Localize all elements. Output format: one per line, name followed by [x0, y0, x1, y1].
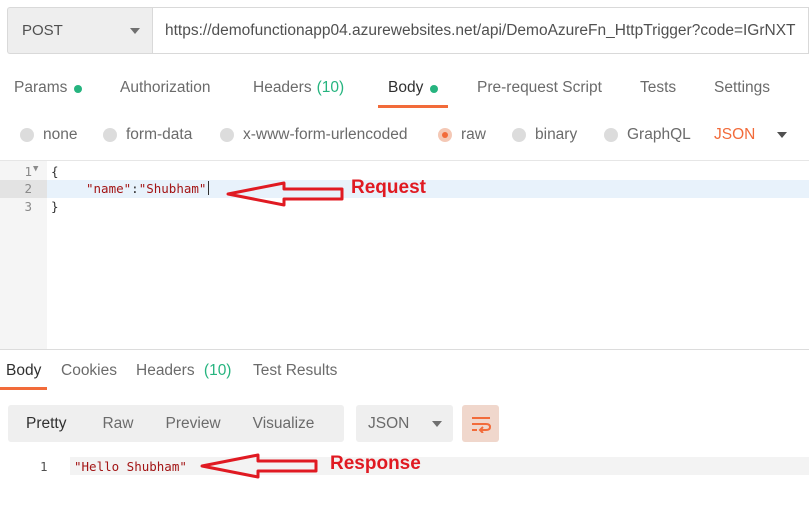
status-dot-icon — [74, 85, 83, 93]
chevron-down-icon — [777, 132, 788, 138]
line-number: 3 — [24, 199, 32, 214]
tab-cookies[interactable]: Cookies — [61, 362, 117, 380]
radio-label: none — [43, 126, 78, 143]
response-arrow-icon — [200, 453, 318, 479]
response-annotation: Response — [330, 453, 421, 474]
tab-label: Body — [388, 79, 424, 96]
url-input[interactable]: https://demofunctionapp04.azurewebsites.… — [152, 7, 809, 54]
tab-settings[interactable]: Settings — [714, 68, 770, 110]
response-format-select[interactable]: JSON — [356, 405, 453, 442]
headers-count: (10) — [203, 362, 232, 379]
method-label: POST — [22, 22, 63, 39]
radio-label: binary — [535, 126, 578, 143]
request-arrow-icon — [226, 181, 344, 207]
active-tab-underline — [0, 387, 48, 390]
line-number: 1 — [24, 164, 32, 179]
request-tabs: Params Authorization Headers (10) Body P… — [0, 68, 809, 110]
body-format-label: JSON — [714, 126, 756, 143]
tab-body[interactable]: Body — [378, 68, 449, 110]
radio-label: raw — [461, 126, 486, 143]
status-dot-icon — [430, 85, 439, 93]
radio-x-www-form-urlencoded[interactable]: x-www-form-urlencoded — [220, 126, 408, 144]
radio-label: x-www-form-urlencoded — [243, 126, 408, 143]
json-colon: : — [131, 181, 139, 196]
tab-response-headers[interactable]: Headers (10) — [136, 362, 231, 380]
active-tab-underline — [378, 105, 449, 108]
radio-raw[interactable]: raw — [438, 126, 486, 144]
response-view-toolbar: Pretty Raw Preview Visualize JSON — [8, 405, 499, 442]
format-label: JSON — [368, 414, 410, 432]
pane-divider[interactable] — [0, 349, 809, 350]
tab-label: Settings — [714, 79, 771, 96]
tab-label: Headers — [136, 362, 195, 379]
code-line: 3 } — [0, 198, 809, 216]
tab-label: Headers — [253, 79, 312, 96]
line-number: 1 — [40, 459, 48, 474]
view-preview-button[interactable]: Preview — [144, 415, 221, 433]
response-tabs: Body Cookies Headers (10) Test Results — [0, 352, 809, 390]
json-key: "name" — [86, 181, 132, 196]
wrap-lines-button[interactable] — [462, 405, 499, 442]
request-annotation: Request — [351, 177, 426, 198]
tab-label: Cookies — [61, 362, 117, 379]
tab-test-results[interactable]: Test Results — [253, 362, 337, 380]
radio-selected-icon — [438, 128, 452, 142]
view-mode-group: Pretty Raw Preview Visualize — [8, 405, 344, 442]
tab-params[interactable]: Params — [14, 68, 83, 110]
radio-label: GraphQL — [627, 126, 691, 143]
view-raw-button[interactable]: Raw — [76, 415, 133, 433]
chevron-down-icon — [432, 420, 443, 427]
tab-label: Test Results — [253, 362, 338, 379]
radio-icon — [20, 128, 34, 142]
code-text: { — [51, 164, 59, 179]
tab-label: Params — [14, 79, 68, 96]
radio-form-data[interactable]: form-data — [103, 126, 192, 144]
method-select[interactable]: POST — [7, 7, 152, 54]
tab-tests[interactable]: Tests — [640, 68, 676, 110]
tab-authorization[interactable]: Authorization — [120, 68, 210, 110]
body-format-select[interactable]: JSON — [714, 126, 788, 144]
wrap-lines-icon — [471, 416, 491, 433]
chevron-down-icon — [130, 27, 140, 34]
tab-headers[interactable]: Headers (10) — [253, 68, 344, 110]
tab-pre-request-script[interactable]: Pre-request Script — [477, 68, 602, 110]
tab-label: Authorization — [120, 79, 211, 96]
tab-response-body[interactable]: Body — [0, 362, 48, 390]
tab-label: Body — [6, 362, 42, 379]
line-number: 2 — [0, 180, 47, 198]
tab-label: Pre-request Script — [477, 79, 602, 96]
json-value: "Shubham" — [138, 181, 207, 196]
fold-arrow-icon[interactable]: ▼ — [33, 164, 38, 174]
tab-label: Tests — [640, 79, 677, 96]
code-text: "name":"Shubham" — [86, 181, 210, 196]
radio-icon — [512, 128, 526, 142]
radio-icon — [220, 128, 234, 142]
radio-icon — [604, 128, 618, 142]
radio-label: form-data — [126, 126, 193, 143]
radio-graphql[interactable]: GraphQL — [604, 126, 691, 144]
headers-count: (10) — [316, 79, 345, 96]
view-visualize-button[interactable]: Visualize — [231, 415, 315, 433]
radio-none[interactable]: none — [20, 126, 77, 144]
radio-icon — [103, 128, 117, 142]
code-text: "Hello Shubham" — [74, 459, 187, 474]
view-pretty-button[interactable]: Pretty — [8, 415, 66, 433]
body-type-selector: none form-data x-www-form-urlencoded raw… — [0, 122, 809, 150]
code-text: } — [51, 199, 59, 214]
request-url-bar: POST https://demofunctionapp04.azurewebs… — [7, 7, 809, 54]
text-cursor — [208, 181, 210, 195]
radio-binary[interactable]: binary — [512, 126, 577, 144]
